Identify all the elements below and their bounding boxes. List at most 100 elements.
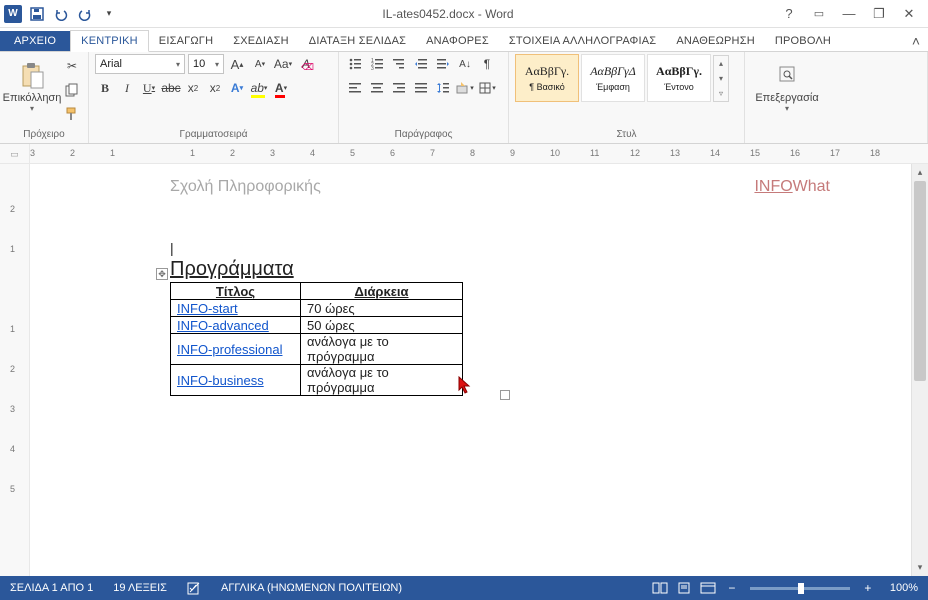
ruler-corner[interactable]: ▭ xyxy=(0,144,30,164)
font-name-select[interactable]: Arial▾ xyxy=(95,54,185,74)
status-bar: ΣΕΛΙΔΑ 1 ΑΠΟ 1 19 ΛΕΞΕΙΣ ΑΓΓΛΙΚΑ (ΗΝΩΜΕΝ… xyxy=(0,576,928,600)
zoom-slider-knob[interactable] xyxy=(798,583,804,594)
view-read-icon[interactable] xyxy=(648,579,672,597)
restore-icon[interactable]: ❐ xyxy=(868,6,890,22)
undo-icon[interactable] xyxy=(52,5,70,23)
cell-value[interactable]: ανάλογα με το πρόγραμμα xyxy=(301,365,463,396)
justify-icon[interactable] xyxy=(411,78,431,98)
scroll-down-icon[interactable]: ▾ xyxy=(912,559,928,576)
tab-home[interactable]: ΚΕΝΤΡΙΚΗ xyxy=(70,30,149,52)
style-strong[interactable]: ΑαΒβΓγ. Έντονο xyxy=(647,54,711,102)
align-left-icon[interactable] xyxy=(345,78,365,98)
font-size-select[interactable]: 10▾ xyxy=(188,54,224,74)
cell-link[interactable]: INFO-advanced xyxy=(171,317,301,334)
text-effects-icon[interactable]: A▾ xyxy=(227,78,247,98)
strikethrough-button[interactable]: abc xyxy=(161,78,181,98)
header-right-text: INFOWhat xyxy=(754,178,830,196)
change-case-icon[interactable]: Aa▾ xyxy=(273,54,293,74)
vertical-ruler[interactable]: 2112345 xyxy=(0,164,30,576)
word-app-icon[interactable]: W xyxy=(4,5,22,23)
cell-value[interactable]: 50 ώρες xyxy=(301,317,463,334)
cell-value[interactable]: 70 ώρες xyxy=(301,300,463,317)
line-spacing-icon[interactable] xyxy=(433,78,453,98)
cell-link[interactable]: INFO-start xyxy=(171,300,301,317)
shading-icon[interactable]: ▾ xyxy=(455,78,475,98)
bullets-icon[interactable] xyxy=(345,54,365,74)
ribbon-display-icon[interactable]: ▭ xyxy=(808,7,830,20)
clear-formatting-icon[interactable]: A⌫ xyxy=(296,54,316,74)
cut-icon[interactable]: ✂ xyxy=(62,56,82,76)
tab-mailings[interactable]: ΣΤΟΙΧΕΙΑ ΑΛΛΗΛΟΓΡΑΦΙΑΣ xyxy=(499,31,666,51)
scroll-thumb[interactable] xyxy=(914,181,926,381)
tab-review[interactable]: ΑΝΑΘΕΩΡΗΣΗ xyxy=(666,31,765,51)
editing-button[interactable]: Επεξεργασία ▾ xyxy=(751,54,823,120)
programs-table[interactable]: Τίτλος Διάρκεια INFO-start70 ώρες INFO-a… xyxy=(170,282,463,396)
table-move-handle-icon[interactable]: ✥ xyxy=(156,268,168,280)
tab-design[interactable]: ΣΧΕΔΙΑΣΗ xyxy=(223,31,299,51)
superscript-button[interactable]: x2 xyxy=(205,78,225,98)
italic-button[interactable]: I xyxy=(117,78,137,98)
font-size-value: 10 xyxy=(193,58,205,70)
style-emphasis[interactable]: ΑαΒβΓγΔ Έμφαση xyxy=(581,54,645,102)
paste-button[interactable]: Επικόλληση ▾ xyxy=(6,54,58,120)
tab-view[interactable]: ΠΡΟΒΟΛΗ xyxy=(765,31,841,51)
table-resize-handle-icon[interactable] xyxy=(500,390,510,400)
scroll-track[interactable] xyxy=(912,181,928,559)
scroll-up-icon[interactable]: ▴ xyxy=(912,164,928,181)
shrink-font-icon[interactable]: A▾ xyxy=(250,54,270,74)
status-proofing-icon[interactable] xyxy=(177,581,211,595)
zoom-slider[interactable] xyxy=(750,587,850,590)
ribbon-collapse-icon[interactable]: ˄ xyxy=(904,31,928,51)
minimize-icon[interactable]: — xyxy=(838,6,860,21)
zoom-out-icon[interactable]: − xyxy=(720,579,744,597)
qat-customize-icon[interactable]: ▾ xyxy=(100,5,118,23)
group-styles-label: Στυλ xyxy=(515,128,738,141)
horizontal-ruler-area: ▭ 321123456789101112131415161718 xyxy=(0,144,928,164)
multilevel-list-icon[interactable] xyxy=(389,54,409,74)
view-web-icon[interactable] xyxy=(696,579,720,597)
font-color-icon[interactable]: A▾ xyxy=(271,78,291,98)
decrease-indent-icon[interactable] xyxy=(411,54,431,74)
save-icon[interactable] xyxy=(28,5,46,23)
format-painter-icon[interactable] xyxy=(62,104,82,124)
document-canvas[interactable]: Σχολή Πληροφορικής INFOWhat | ✥ Προγράμμ… xyxy=(30,164,911,576)
subscript-button[interactable]: x2 xyxy=(183,78,203,98)
align-right-icon[interactable] xyxy=(389,78,409,98)
grow-font-icon[interactable]: A▴ xyxy=(227,54,247,74)
increase-indent-icon[interactable] xyxy=(433,54,453,74)
tab-references[interactable]: ΑΝΑΦΟΡΕΣ xyxy=(416,31,499,51)
view-print-icon[interactable] xyxy=(672,579,696,597)
cell-link[interactable]: INFO-professional xyxy=(171,334,301,365)
document-heading[interactable]: Προγράμματα xyxy=(170,258,890,281)
th-title[interactable]: Τίτλος xyxy=(171,283,301,300)
zoom-in-icon[interactable]: + xyxy=(856,579,880,597)
close-icon[interactable]: ✕ xyxy=(898,6,920,22)
table-row: INFO-businessανάλογα με το πρόγραμμα xyxy=(171,365,463,396)
show-marks-icon[interactable]: ¶ xyxy=(477,54,497,74)
tab-layout[interactable]: ΔΙΑΤΑΞΗ ΣΕΛΙΔΑΣ xyxy=(299,31,416,51)
styles-scroll-up-icon[interactable]: ▴ xyxy=(714,56,728,71)
status-language[interactable]: ΑΓΓΛΙΚΑ (ΗΝΩΜΕΝΩΝ ΠΟΛΙΤΕΙΩΝ) xyxy=(211,582,412,594)
tab-file[interactable]: ΑΡΧΕΙΟ xyxy=(0,31,70,51)
align-center-icon[interactable] xyxy=(367,78,387,98)
borders-icon[interactable]: ▾ xyxy=(477,78,497,98)
redo-icon[interactable] xyxy=(76,5,94,23)
status-page[interactable]: ΣΕΛΙΔΑ 1 ΑΠΟ 1 xyxy=(0,582,103,594)
copy-icon[interactable] xyxy=(62,80,82,100)
horizontal-ruler[interactable]: 321123456789101112131415161718 xyxy=(30,144,928,163)
status-words[interactable]: 19 ΛΕΞΕΙΣ xyxy=(103,582,177,594)
style-normal[interactable]: ΑαΒβΓγ. ¶ Βασικό xyxy=(515,54,579,102)
bold-button[interactable]: B xyxy=(95,78,115,98)
sort-icon[interactable]: A↓ xyxy=(455,54,475,74)
tab-insert[interactable]: ΕΙΣΑΓΩΓΗ xyxy=(149,31,223,51)
highlight-color-icon[interactable]: ab▾ xyxy=(249,78,269,98)
help-icon[interactable]: ? xyxy=(778,6,800,21)
underline-button[interactable]: U▾ xyxy=(139,78,159,98)
styles-scroll-down-icon[interactable]: ▾ xyxy=(714,71,728,86)
th-duration[interactable]: Διάρκεια xyxy=(301,283,463,300)
cell-value[interactable]: ανάλογα με το πρόγραμμα xyxy=(301,334,463,365)
numbering-icon[interactable]: 123 xyxy=(367,54,387,74)
zoom-level[interactable]: 100% xyxy=(880,582,928,594)
styles-expand-icon[interactable]: ▿ xyxy=(714,86,728,101)
cell-link[interactable]: INFO-business xyxy=(171,365,301,396)
